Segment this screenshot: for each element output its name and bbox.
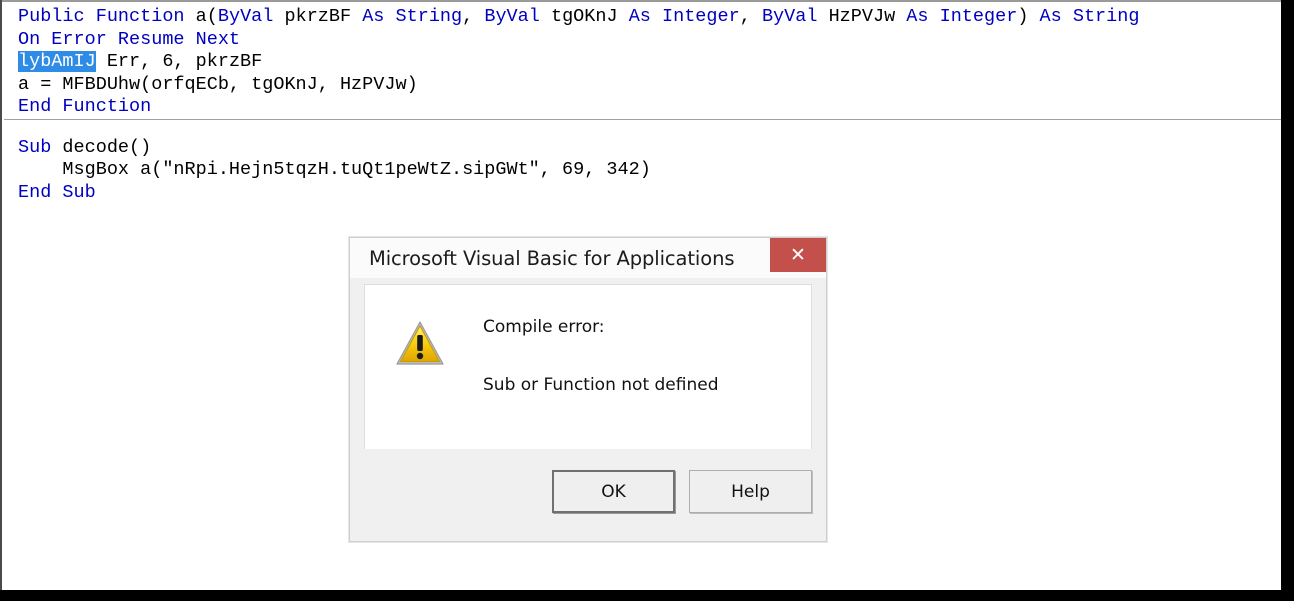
code-token: pkrzBF [284,6,363,27]
dialog-footer: OK Help [351,449,825,540]
ok-button[interactable]: OK [552,470,675,513]
help-button[interactable]: Help [689,470,812,513]
code-token: As Integer [906,6,1018,27]
code-token: ByVal [484,6,551,27]
dialog-message-row: Compile error: Sub or Function not defin… [395,317,719,395]
error-detail: Sub or Function not defined [483,375,719,395]
code-token: As Integer [628,6,740,27]
code-token: Sub [18,136,63,158]
warning-triangle-icon [396,321,444,365]
frame-bottom-edge [0,590,1294,601]
procedure-separator [4,119,1281,120]
code-token: , [462,6,485,27]
dialog-titlebar[interactable]: Microsoft Visual Basic for Applications … [350,238,826,278]
code-token: Public Function [18,6,196,27]
code-token: End Sub [18,181,96,203]
code-line: On Error Resume Next [18,29,1281,52]
dialog-button-row: OK Help [552,470,812,513]
frame-top-edge [0,0,1281,2]
code-token: As String [362,6,463,27]
screenshot-root: Public Function a(ByVal pkrzBF As String… [0,0,1294,601]
code-token: a( [195,6,218,27]
dialog-title: Microsoft Visual Basic for Applications [369,246,735,270]
code-procedure-decode-sub[interactable]: Sub decode() MsgBox a("nRpi.Hejn5tqzH.tu… [2,119,1281,205]
code-line: End Sub [18,182,1281,205]
code-procedure-encode-helper-function[interactable]: Public Function a(ByVal pkrzBF As String… [2,2,1281,119]
code-token: MsgBox a("nRpi.Hejn5tqzH.tuQt1peWtZ.sipG… [18,159,651,180]
code-token: Err, 6, pkrzBF [95,51,263,72]
dialog-message-panel: Compile error: Sub or Function not defin… [364,284,812,450]
code-token: As String [1039,6,1140,27]
code-line: lybAmIJ Err, 6, pkrzBF [18,51,1281,74]
code-token: a = MFBDUhw(orfqECb, tgOKnJ, HzPVJw) [18,73,418,95]
compile-error-dialog: Microsoft Visual Basic for Applications … [349,237,827,542]
code-token: ByVal [217,6,285,27]
code-token: HzPVJw [828,6,907,27]
code-line: End Function [18,96,1281,119]
selected-token: lybAmIJ [18,51,96,72]
code-token: End Function [18,96,152,117]
code-line: Public Function a(ByVal pkrzBF As String… [18,6,1281,29]
close-icon[interactable]: ✕ [770,238,826,272]
close-glyph: ✕ [790,243,806,266]
code-token: On Error Resume Next [18,28,241,50]
code-line: a = MFBDUhw(orfqECb, tgOKnJ, HzPVJw) [18,74,1281,97]
frame-right-edge [1281,0,1294,601]
code-token: ByVal [761,6,829,27]
error-heading: Compile error: [483,317,605,337]
code-token: decode() [62,136,152,158]
code-token: tgOKnJ [550,6,629,27]
code-line: MsgBox a("nRpi.Hejn5tqzH.tuQt1peWtZ.sipG… [18,159,1281,182]
code-token: , [739,6,762,27]
frame-left-edge [0,0,2,590]
code-token: ) [1017,6,1040,27]
code-line: Sub decode() [18,137,1281,160]
dialog-message-text: Compile error: Sub or Function not defin… [483,317,719,395]
